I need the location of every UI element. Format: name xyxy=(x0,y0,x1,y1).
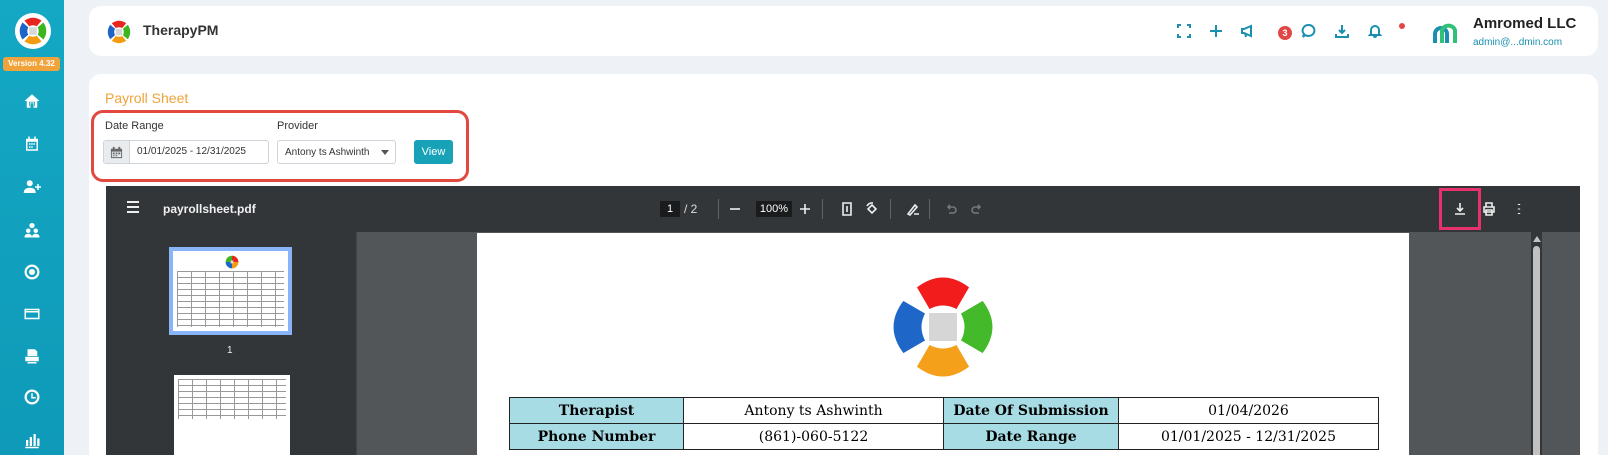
add-icon[interactable] xyxy=(1205,20,1227,42)
notification-dot xyxy=(1399,23,1405,29)
pdf-viewer: payrollsheet.pdf 1 / 2 100% 1 Therapist … xyxy=(106,186,1580,455)
table-cell: 01/04/2026 xyxy=(1118,397,1379,424)
zoom-level-input[interactable]: 100% xyxy=(756,201,792,217)
table-cell: Date Range xyxy=(943,423,1119,450)
thumbnail-logo-icon xyxy=(225,255,239,269)
download-icon[interactable] xyxy=(1331,20,1353,42)
table-cell: Therapist xyxy=(509,397,684,424)
sidebar: Version 4.32 xyxy=(0,0,64,455)
fullscreen-icon[interactable] xyxy=(1173,20,1195,42)
company-avatar-icon[interactable] xyxy=(1431,21,1457,47)
target-icon[interactable] xyxy=(20,260,44,284)
more-options-icon[interactable] xyxy=(1509,199,1529,219)
user-email: admin@...dmin.com xyxy=(1473,37,1563,48)
undo-icon[interactable] xyxy=(941,199,961,219)
table-row: Phone Number (861)-060-5122 Date Range 0… xyxy=(509,423,1379,450)
provider-label: Provider xyxy=(277,120,318,132)
table-row: Therapist Antony ts Ashwinth Date Of Sub… xyxy=(509,397,1379,424)
megaphone-icon[interactable] xyxy=(1237,20,1259,42)
brand-name: TherapyPM xyxy=(143,22,219,38)
page-thumbnail-2[interactable] xyxy=(174,375,290,455)
date-range-field[interactable]: 01/01/2025 - 12/31/2025 xyxy=(103,140,269,164)
table-cell: Date Of Submission xyxy=(943,397,1119,424)
notification-count-badge: 3 xyxy=(1278,26,1292,40)
table-cell: 01/01/2025 - 12/31/2025 xyxy=(1118,423,1379,450)
thumbnail-table xyxy=(177,271,284,327)
table-cell: (861)-060-5122 xyxy=(683,423,944,450)
toolbar-divider xyxy=(718,199,719,219)
thumbnail-sidebar: 1 xyxy=(106,232,357,455)
main-card: Payroll Sheet Date Range Provider 01/01/… xyxy=(89,74,1598,455)
rotate-icon[interactable] xyxy=(862,199,882,219)
pdf-page: Therapist Antony ts Ashwinth Date Of Sub… xyxy=(477,233,1409,455)
table-cell: Phone Number xyxy=(509,423,684,450)
toolbar-divider xyxy=(929,199,930,219)
app-logo-icon[interactable] xyxy=(14,12,52,50)
top-header: TherapyPM 3 Amromed LLC admin@...dmin.co… xyxy=(89,6,1598,56)
thumbnail-table xyxy=(178,379,286,419)
clock-icon[interactable] xyxy=(20,385,44,409)
home-icon[interactable] xyxy=(20,89,44,113)
thumbnail-page-label: 1 xyxy=(227,345,233,356)
provider-value: Antony ts Ashwinth xyxy=(285,147,370,158)
annotate-icon[interactable] xyxy=(903,199,923,219)
chat-icon[interactable] xyxy=(1298,20,1320,42)
chart-icon[interactable] xyxy=(20,428,44,452)
scrollbar-thumb[interactable] xyxy=(1533,246,1540,455)
pdf-toolbar: payrollsheet.pdf 1 / 2 100% xyxy=(106,186,1580,232)
bell-icon[interactable] xyxy=(1364,20,1386,42)
printer-icon[interactable] xyxy=(20,344,44,368)
zoom-out-icon[interactable] xyxy=(725,199,745,219)
page-number-input[interactable]: 1 xyxy=(660,201,680,217)
date-range-value: 01/01/2025 - 12/31/2025 xyxy=(137,146,246,157)
calendar-icon[interactable] xyxy=(20,132,44,156)
chevron-down-icon xyxy=(381,150,389,155)
users-icon[interactable] xyxy=(20,218,44,242)
fit-page-icon[interactable] xyxy=(837,199,857,219)
zoom-in-icon[interactable] xyxy=(795,199,815,219)
document-info-table: Therapist Antony ts Ashwinth Date Of Sub… xyxy=(509,397,1379,450)
date-range-label: Date Range xyxy=(105,120,164,132)
provider-select[interactable]: Antony ts Ashwinth xyxy=(277,140,396,164)
brand-logo-icon[interactable] xyxy=(103,16,135,48)
pdf-scrollbar[interactable] xyxy=(1531,232,1542,455)
card-icon[interactable] xyxy=(20,302,44,326)
view-button[interactable]: View xyxy=(414,140,453,164)
calendar-icon[interactable] xyxy=(104,141,130,163)
total-pages: / 2 xyxy=(684,202,698,216)
scroll-up-icon[interactable] xyxy=(1533,236,1541,242)
menu-icon[interactable] xyxy=(127,201,141,215)
user-name[interactable]: Amromed LLC xyxy=(1473,15,1576,32)
user-plus-icon[interactable] xyxy=(20,175,44,199)
page-thumbnail-1[interactable] xyxy=(169,247,292,335)
redo-icon[interactable] xyxy=(967,199,987,219)
version-badge: Version 4.32 xyxy=(3,57,60,71)
page-title: Payroll Sheet xyxy=(105,90,189,106)
table-cell: Antony ts Ashwinth xyxy=(683,397,944,424)
toolbar-divider xyxy=(822,199,823,219)
print-icon[interactable] xyxy=(1479,199,1499,219)
pdf-filename: payrollsheet.pdf xyxy=(163,202,256,216)
download-highlight-box xyxy=(1439,188,1481,230)
document-logo-icon xyxy=(890,274,996,380)
toolbar-divider xyxy=(890,199,891,219)
